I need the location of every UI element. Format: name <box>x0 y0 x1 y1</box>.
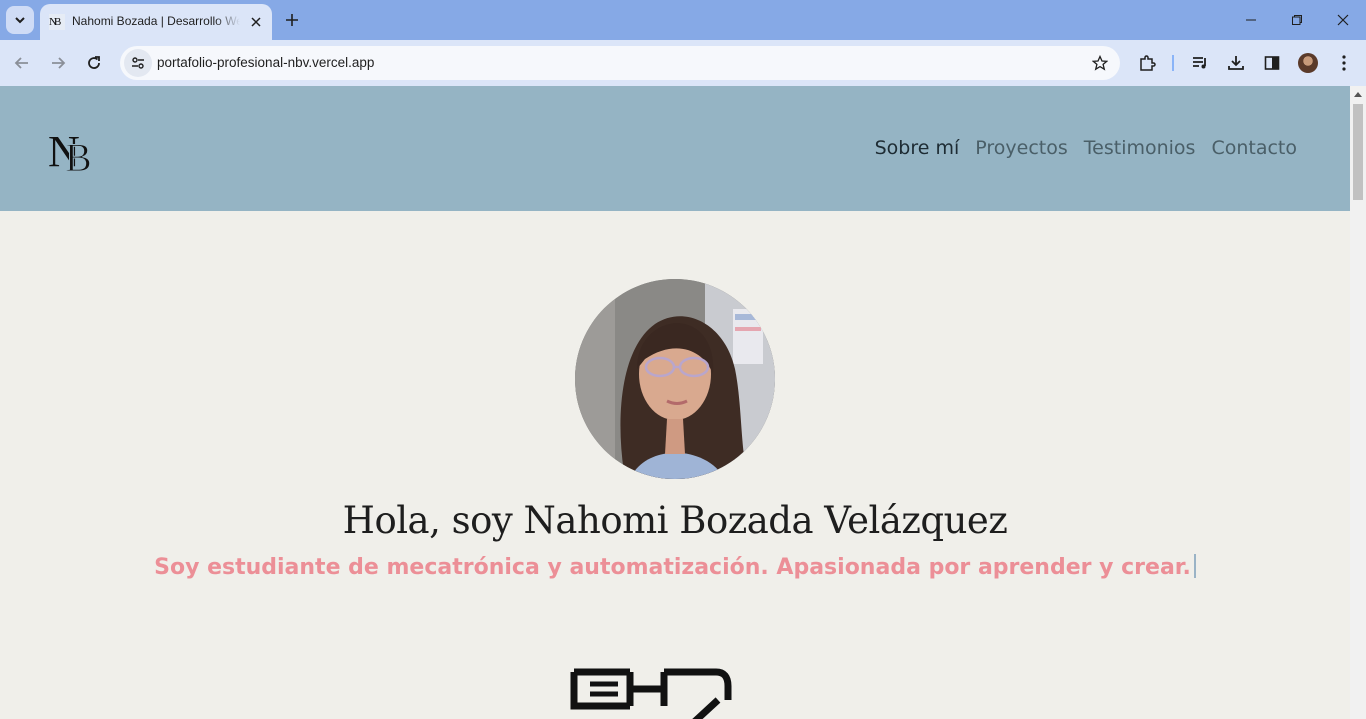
download-icon <box>1228 56 1244 70</box>
restore-button[interactable] <box>1274 0 1320 40</box>
back-button[interactable] <box>8 49 36 77</box>
close-icon <box>1337 14 1349 26</box>
restore-icon <box>1292 15 1302 25</box>
tab-favicon: NB <box>49 14 65 30</box>
bookmark-button[interactable] <box>1090 53 1110 73</box>
close-icon <box>251 17 261 27</box>
hero-title: Hola, soy Nahomi Bozada Velázquez <box>342 499 1008 542</box>
site-logo[interactable]: N B <box>48 126 96 174</box>
chevron-up-icon <box>1354 92 1362 97</box>
side-panel-icon <box>1264 56 1280 70</box>
forward-icon <box>52 57 66 69</box>
tab-search-button[interactable] <box>6 6 34 34</box>
close-window-button[interactable] <box>1320 0 1366 40</box>
extensions-button[interactable] <box>1133 49 1161 77</box>
site-info-icon <box>132 57 144 69</box>
media-icon <box>1193 57 1206 69</box>
hero-subtitle: Soy estudiante de mecatrónica y automati… <box>0 554 1350 580</box>
profile-avatar[interactable] <box>1298 53 1318 73</box>
browser-toolbar: portafolio-profesional-nbv.vercel.app <box>0 40 1366 86</box>
new-tab-button[interactable] <box>280 8 304 32</box>
reload-button[interactable] <box>80 49 108 77</box>
main-nav: Sobre mí Proyectos Testimonios Contacto <box>875 137 1297 159</box>
url-text: portafolio-profesional-nbv.vercel.app <box>157 55 375 70</box>
scroll-up-button[interactable] <box>1350 86 1366 102</box>
downloads-button[interactable] <box>1222 49 1250 77</box>
forward-button[interactable] <box>44 49 72 77</box>
tab-title: Nahomi Bozada | Desarrollo Web <box>72 14 240 28</box>
minimize-icon <box>1246 19 1256 21</box>
media-button[interactable] <box>1186 49 1214 77</box>
page-viewport: N B Sobre mí Proyectos Testimonios Conta… <box>0 86 1350 719</box>
side-panel-button[interactable] <box>1258 49 1286 77</box>
profile-photo <box>575 279 775 479</box>
scrollbar-thumb[interactable] <box>1353 104 1363 200</box>
nav-contacto[interactable]: Contacto <box>1211 137 1297 159</box>
star-icon <box>1092 55 1108 71</box>
plus-icon <box>286 14 298 26</box>
back-icon <box>14 57 28 69</box>
nav-testimonios[interactable]: Testimonios <box>1084 137 1196 159</box>
extensions-icon <box>1140 55 1156 71</box>
site-header: N B Sobre mí Proyectos Testimonios Conta… <box>0 86 1350 211</box>
address-bar[interactable]: portafolio-profesional-nbv.vercel.app <box>120 46 1120 80</box>
hero-subtitle-text: Soy estudiante de mecatrónica y automati… <box>154 555 1191 580</box>
toolbar-separator <box>1172 55 1174 71</box>
nav-sobre-mi[interactable]: Sobre mí <box>875 137 960 159</box>
minimize-button[interactable] <box>1228 0 1274 40</box>
browser-menu-button[interactable] <box>1330 49 1358 77</box>
tab-close-button[interactable] <box>248 14 264 30</box>
browser-tab[interactable]: NB Nahomi Bozada | Desarrollo Web <box>40 4 272 40</box>
site-info-button[interactable] <box>124 49 152 77</box>
nav-proyectos[interactable]: Proyectos <box>975 137 1068 159</box>
page-scrollbar[interactable] <box>1350 86 1366 719</box>
typing-cursor <box>1193 554 1196 578</box>
menu-icon <box>1342 55 1346 71</box>
mechatronics-illustration <box>570 668 732 719</box>
svg-text:B: B <box>65 135 92 174</box>
tab-strip: NB Nahomi Bozada | Desarrollo Web <box>0 0 1366 40</box>
chevron-down-icon <box>15 17 25 24</box>
reload-icon <box>88 56 100 69</box>
